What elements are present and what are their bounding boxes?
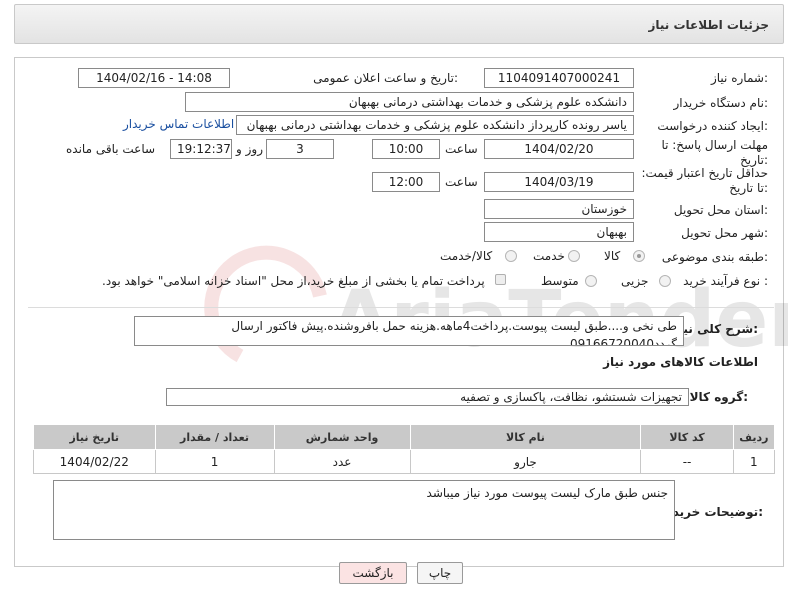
description-label: شرح کلی نیاز: — [672, 322, 758, 336]
col-need-date: تاریخ نیاز — [33, 424, 156, 450]
creator-field: یاسر رونده کارپرداز دانشکده علوم پزشکی و… — [236, 115, 634, 135]
purchase-minor-radio[interactable] — [659, 275, 671, 287]
description-field: طی نخی و....طبق لیست پیوست.پرداخت4ماهه.ه… — [134, 316, 684, 346]
purchase-medium-radio[interactable] — [585, 275, 597, 287]
announce-date-label: تاریخ و ساعت اعلان عمومی: — [313, 71, 458, 85]
deadline-days-field: 3 — [266, 139, 334, 159]
goods-group-label: گروه کالا: — [689, 390, 748, 404]
back-button[interactable]: بازگشت — [339, 562, 407, 584]
category-goods-label: کالا — [604, 249, 621, 263]
buyer-name-field: دانشکده علوم پزشکی و خدمات بهداشتی درمان… — [185, 92, 634, 112]
page-header: جزئیات اطلاعات نیاز — [14, 4, 784, 44]
price-validity-label: حداقل تاریخ اعتبار قیمت: تا تاریخ: — [641, 166, 768, 195]
category-goods-radio[interactable] — [633, 250, 645, 262]
table-header-row: ردیف کد کالا نام کالا واحد شمارش تعداد /… — [33, 424, 776, 450]
cell-unit: عدد — [273, 449, 411, 474]
deadline-time-label: ساعت — [445, 142, 478, 156]
col-unit: واحد شمارش — [273, 424, 411, 450]
category-service-label: خدمت — [533, 249, 565, 263]
purchase-minor-label: جزیی — [621, 274, 649, 288]
buyer-name-label: نام دستگاه خریدار: — [673, 96, 769, 110]
buyer-contact-link[interactable]: اطلاعات تماس خریدار — [123, 117, 234, 131]
goods-section-title: اطلاعات کالاهای مورد نیاز — [603, 355, 758, 369]
category-label: طبقه بندی موضوعی: — [661, 250, 768, 264]
price-validity-date-field: 1404/03/19 — [484, 172, 634, 192]
purchase-medium-label: متوسط — [541, 274, 579, 288]
goods-group-field: تجهیزات شستشو، نظافت، پاکسازی و تصفیه — [166, 388, 689, 406]
treasury-payment-note: پرداخت تمام یا بخشی از مبلغ خرید،از محل … — [102, 274, 485, 288]
col-goods-code: کد کالا — [640, 424, 734, 450]
need-number-label: شماره نیاز: — [710, 71, 768, 85]
buyer-notes-label: توضیحات خریدار: — [661, 505, 763, 519]
print-button[interactable]: چاپ — [417, 562, 463, 584]
treasury-payment-checkbox[interactable] — [495, 274, 506, 285]
remaining-time-field: 19:12:37 — [170, 139, 232, 159]
cell-goods-name: جارو — [409, 449, 642, 474]
goods-table: ردیف کد کالا نام کالا واحد شمارش تعداد /… — [33, 424, 776, 474]
cell-quantity: 1 — [154, 449, 275, 474]
category-both-radio[interactable] — [505, 250, 517, 262]
category-service-radio[interactable] — [568, 250, 580, 262]
deadline-date-field: 1404/02/20 — [484, 139, 634, 159]
price-validity-time-field: 12:00 — [372, 172, 440, 192]
page-title: جزئیات اطلاعات نیاز — [648, 18, 769, 32]
remaining-time-label: ساعت باقی مانده — [66, 142, 156, 156]
divider — [28, 307, 774, 308]
need-number-field: 1104091407000241 — [484, 68, 634, 88]
buyer-notes-field: جنس طبق مارک لیست پیوست مورد نیاز میباشد — [53, 480, 675, 540]
col-row-number: ردیف — [732, 424, 776, 450]
deadline-days-label: روز و — [236, 142, 263, 156]
cell-row-number: 1 — [732, 449, 776, 474]
deadline-time-field: 10:00 — [372, 139, 440, 159]
category-both-label: کالا/خدمت — [440, 249, 493, 263]
announce-date-field: 1404/02/16 - 14:08 — [78, 68, 230, 88]
col-quantity: تعداد / مقدار — [154, 424, 275, 450]
cell-goods-code: -- — [640, 449, 734, 474]
province-label: استان محل تحویل: — [673, 203, 768, 217]
table-row[interactable]: 1 -- جارو عدد 1 1404/02/22 — [33, 449, 776, 474]
col-goods-name: نام کالا — [409, 424, 642, 450]
cell-need-date: 1404/02/22 — [33, 449, 156, 474]
province-field: خوزستان — [484, 199, 634, 219]
creator-label: ایجاد کننده درخواست: — [657, 119, 768, 133]
city-field: بهبهان — [484, 222, 634, 242]
purchase-type-label: نوع فرآیند خرید : — [683, 274, 768, 288]
city-label: شهر محل تحویل: — [681, 226, 768, 240]
deadline-label: مهلت ارسال پاسخ: تا تاریخ: — [661, 138, 768, 167]
price-validity-time-label: ساعت — [445, 175, 478, 189]
